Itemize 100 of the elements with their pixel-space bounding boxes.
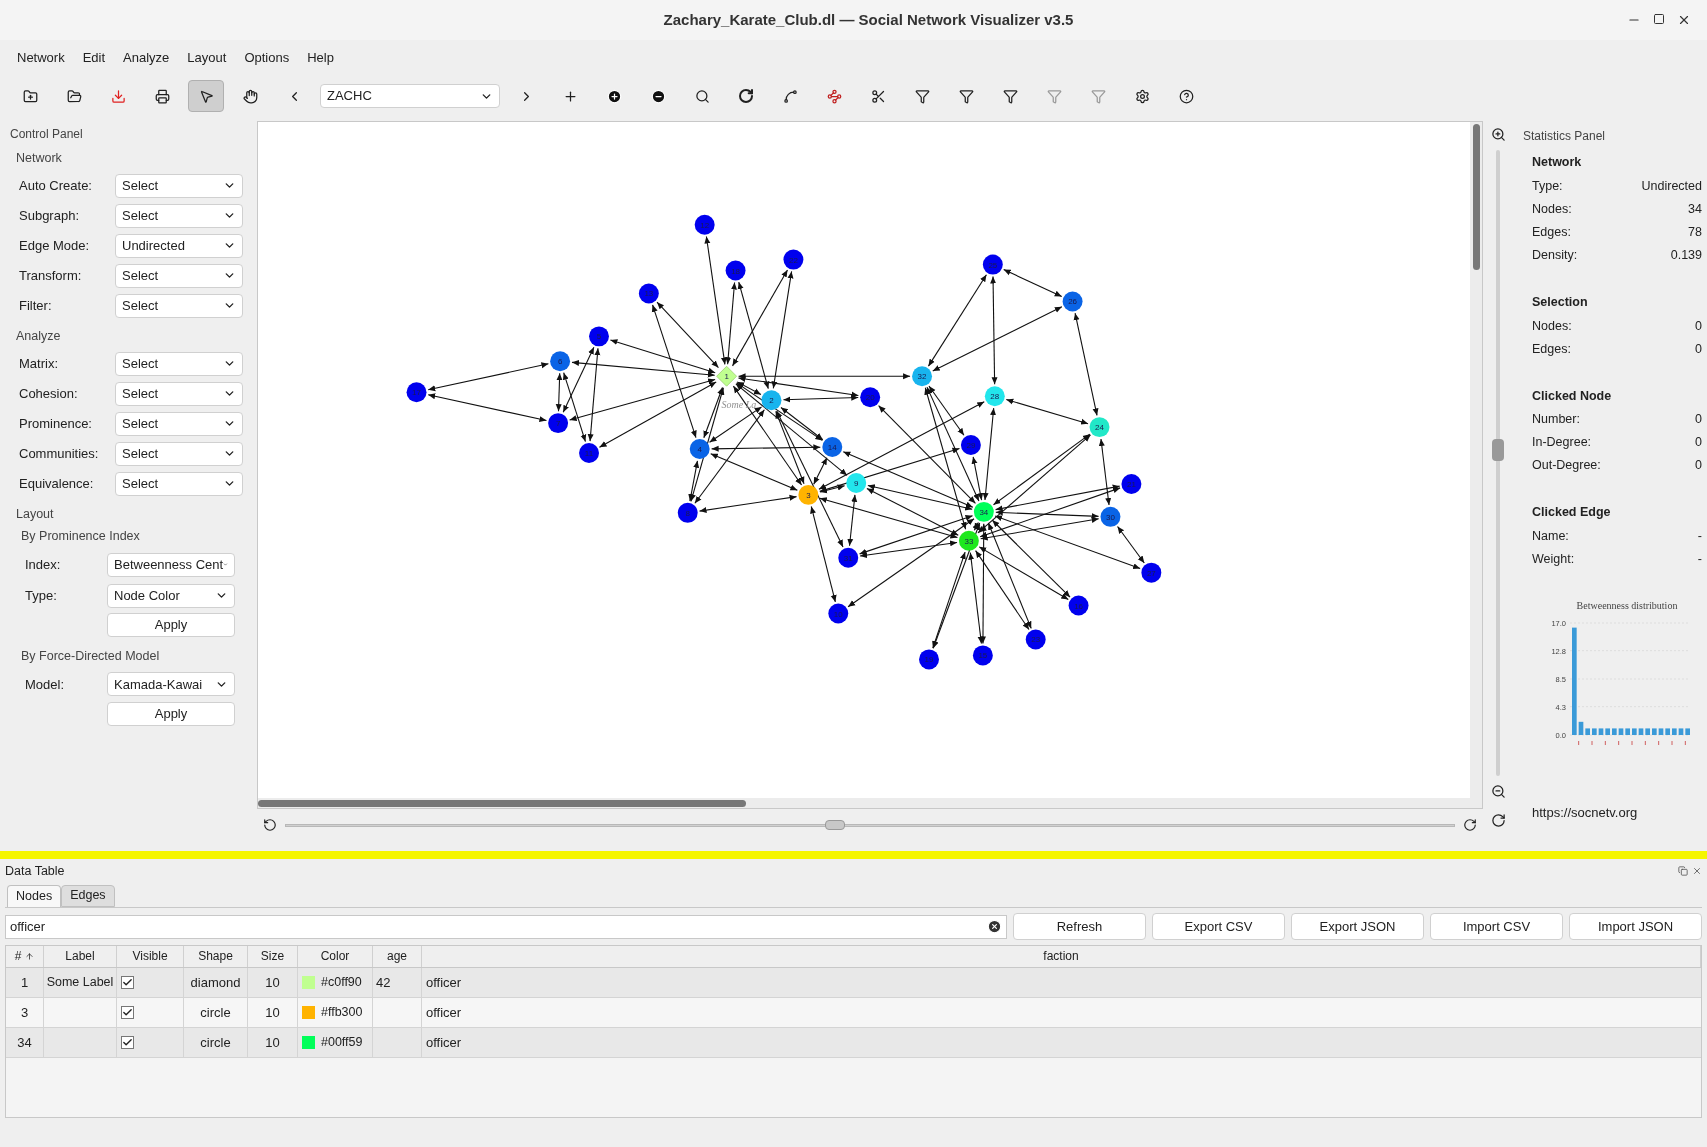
- zoom-in-icon[interactable]: [1490, 127, 1506, 142]
- float-icon[interactable]: [1678, 866, 1688, 877]
- graph-node[interactable]: [761, 390, 782, 411]
- zoom-out-icon[interactable]: [1490, 784, 1506, 799]
- graph-node[interactable]: [694, 214, 715, 235]
- graph-node[interactable]: [828, 603, 849, 624]
- graph-node[interactable]: [689, 439, 710, 459]
- column-header[interactable]: age: [373, 945, 422, 967]
- dropdown[interactable]: Select: [115, 203, 243, 228]
- graph-node[interactable]: [973, 501, 994, 522]
- reset-icon[interactable]: [1490, 813, 1506, 828]
- clear-icon[interactable]: [987, 919, 1002, 935]
- graph-node[interactable]: [548, 413, 569, 434]
- section-title: Clicked Edge: [1532, 504, 1612, 522]
- table-cell: 10: [248, 997, 298, 1027]
- column-header[interactable]: #: [6, 945, 44, 967]
- graph-node[interactable]: [783, 249, 804, 270]
- graph-node[interactable]: [1025, 629, 1046, 650]
- visible-checkbox[interactable]: [121, 1005, 134, 1019]
- graph-node[interactable]: [860, 387, 881, 408]
- graph-node[interactable]: [1100, 506, 1121, 527]
- menu-item[interactable]: Network: [8, 44, 74, 72]
- graph-node[interactable]: [984, 386, 1005, 407]
- vertical-scrollbar[interactable]: [1470, 122, 1482, 808]
- stat-label: Weight:: [1532, 551, 1575, 568]
- slider-thumb[interactable]: [824, 819, 845, 830]
- rotate-left-icon[interactable]: [263, 818, 277, 832]
- tab[interactable]: Edges: [61, 884, 115, 907]
- graph-node[interactable]: [550, 351, 571, 372]
- graph-node[interactable]: [1068, 595, 1089, 616]
- relation-dropdown[interactable]: ZACHC: [320, 84, 500, 108]
- dropdown[interactable]: Kamada-Kawai: [107, 672, 235, 697]
- table-action-button[interactable]: Export JSON: [1291, 913, 1424, 941]
- graph-node[interactable]: [638, 283, 659, 304]
- graph-node[interactable]: [406, 382, 427, 403]
- graph-node[interactable]: [912, 366, 932, 387]
- dropdown[interactable]: Select: [115, 411, 243, 436]
- node-label: 9: [854, 478, 859, 488]
- graph-node[interactable]: [579, 443, 599, 463]
- apply-button[interactable]: Apply: [107, 613, 235, 637]
- horizontal-scrollbar[interactable]: [258, 798, 1470, 808]
- graph-node[interactable]: [716, 365, 737, 387]
- graph-node[interactable]: [725, 260, 746, 281]
- graph-node[interactable]: [677, 502, 698, 523]
- graph-node[interactable]: [798, 484, 819, 505]
- graph-node[interactable]: [1121, 473, 1142, 494]
- dropdown[interactable]: Select: [115, 441, 243, 466]
- graph-node[interactable]: [846, 472, 867, 493]
- graph-node[interactable]: [1141, 562, 1162, 583]
- column-header[interactable]: Color: [298, 945, 373, 967]
- column-header[interactable]: faction: [422, 945, 1701, 967]
- graph-node[interactable]: [958, 530, 979, 551]
- close-icon[interactable]: [1677, 13, 1691, 27]
- graph-node[interactable]: [822, 437, 843, 457]
- table-action-button[interactable]: Refresh: [1013, 913, 1146, 941]
- visible-checkbox[interactable]: [121, 975, 134, 989]
- dropdown[interactable]: Select: [115, 173, 243, 198]
- panel-title: Control Panel: [10, 126, 84, 143]
- graph-node[interactable]: [589, 326, 609, 347]
- column-header[interactable]: Label: [44, 945, 117, 967]
- column-header[interactable]: Size: [248, 945, 298, 967]
- menu-item[interactable]: Options: [235, 44, 299, 72]
- graph-node[interactable]: [972, 645, 993, 666]
- rotate-right-icon[interactable]: [1463, 818, 1477, 832]
- visible-checkbox[interactable]: [121, 1035, 134, 1049]
- dropdown[interactable]: Select: [115, 293, 243, 318]
- graph-node[interactable]: [919, 649, 939, 670]
- stat-label: Type:: [1532, 177, 1563, 195]
- graph-node[interactable]: [838, 547, 859, 568]
- column-header[interactable]: Visible: [117, 945, 184, 967]
- table-action-button[interactable]: Export CSV: [1152, 913, 1285, 941]
- apply-button[interactable]: Apply: [107, 701, 235, 726]
- table-cell-text: #00ff59: [321, 1033, 363, 1051]
- menu-item[interactable]: Layout: [178, 44, 236, 72]
- dropdown[interactable]: Betweenness Cent: [107, 552, 235, 577]
- graph-node[interactable]: [1062, 291, 1083, 312]
- table-cell-text: officer: [426, 1033, 462, 1052]
- dropdown[interactable]: Select: [115, 471, 243, 496]
- menu-item[interactable]: Help: [298, 44, 343, 72]
- maximize-icon[interactable]: [1653, 13, 1665, 25]
- menu-item[interactable]: Analyze: [114, 44, 179, 72]
- field-label: Matrix:: [19, 354, 58, 373]
- column-header[interactable]: Shape: [184, 945, 248, 967]
- table-action-button[interactable]: Import CSV: [1430, 913, 1563, 941]
- pointer-tool[interactable]: [188, 80, 224, 112]
- filter-field[interactable]: officer: [5, 914, 1007, 939]
- rotation-slider[interactable]: [285, 823, 1455, 827]
- table-action-button[interactable]: Import JSON: [1569, 913, 1702, 941]
- dropdown[interactable]: Undirected: [115, 233, 243, 258]
- graph-node[interactable]: [960, 435, 981, 455]
- dropdown[interactable]: Select: [115, 263, 243, 288]
- graph-node[interactable]: [1089, 417, 1110, 438]
- graph-node[interactable]: [982, 254, 1003, 275]
- dropdown[interactable]: Node Color: [107, 583, 235, 608]
- menu-item[interactable]: Edit: [73, 44, 115, 72]
- slider-thumb[interactable]: [1492, 439, 1504, 462]
- dropdown[interactable]: Select: [115, 351, 243, 376]
- tab[interactable]: Nodes: [7, 884, 62, 907]
- dropdown[interactable]: Select: [115, 381, 243, 406]
- website-link[interactable]: https://socnetv.org: [1523, 802, 1702, 842]
